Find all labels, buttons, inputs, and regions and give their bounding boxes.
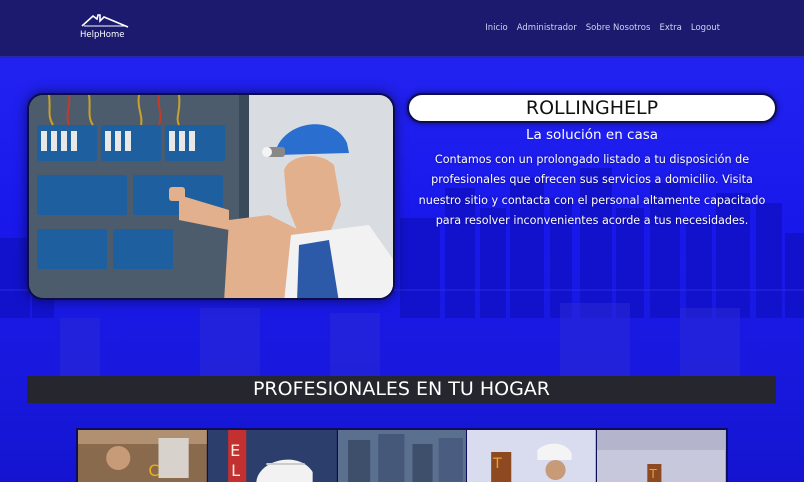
professional-card[interactable]: T	[467, 430, 597, 482]
nav-link-inicio[interactable]: Inicio	[485, 23, 508, 33]
svg-text:L: L	[231, 461, 240, 480]
section-heading-bar: PROFESIONALES EN TU HOGAR	[27, 376, 776, 403]
electrician-illustration	[29, 95, 393, 298]
svg-text:E: E	[230, 441, 240, 460]
professionals-gallery: C E L T T	[76, 428, 728, 482]
electrician-helmet-image: E L	[207, 430, 337, 482]
painter-image: T	[467, 430, 597, 482]
hero-tagline: La solución en casa	[525, 127, 659, 143]
house-roof-icon	[81, 14, 129, 28]
nav-link-extra[interactable]: Extra	[659, 23, 681, 33]
workshop-image: T	[597, 430, 726, 482]
svg-text:T: T	[649, 467, 658, 481]
brand-logo[interactable]: HelpHome	[76, 13, 132, 43]
brand-title-pill: ROLLINGHELP	[407, 93, 777, 123]
professional-card[interactable]	[337, 430, 467, 482]
professional-card[interactable]: E L	[207, 430, 337, 482]
professional-card[interactable]: T	[597, 430, 726, 482]
city-construction-image	[337, 430, 467, 482]
nav-link-administrador[interactable]: Administrador	[517, 23, 577, 33]
electrician-photo	[27, 93, 395, 300]
hero-title: ROLLINGHELP	[525, 97, 659, 119]
professional-card[interactable]: C	[78, 430, 207, 482]
section-title: PROFESIONALES EN TU HOGAR	[252, 378, 551, 400]
nav-link-logout[interactable]: Logout	[691, 23, 720, 33]
svg-text:C: C	[148, 461, 159, 480]
nav-link-sobre-nosotros[interactable]: Sobre Nosotros	[586, 23, 651, 33]
brand-name: HelpHome	[80, 30, 125, 40]
top-navbar: HelpHome Inicio Administrador Sobre Noso…	[0, 0, 804, 57]
hero-section: ROLLINGHELP La solución en casa Contamos…	[0, 58, 804, 482]
gas-technician-image: C	[78, 430, 207, 482]
nav-links: Inicio Administrador Sobre Nosotros Extr…	[485, 23, 720, 33]
hero-description: Contamos con un prolongado listado a tu …	[418, 153, 766, 228]
svg-text:T: T	[493, 456, 503, 472]
